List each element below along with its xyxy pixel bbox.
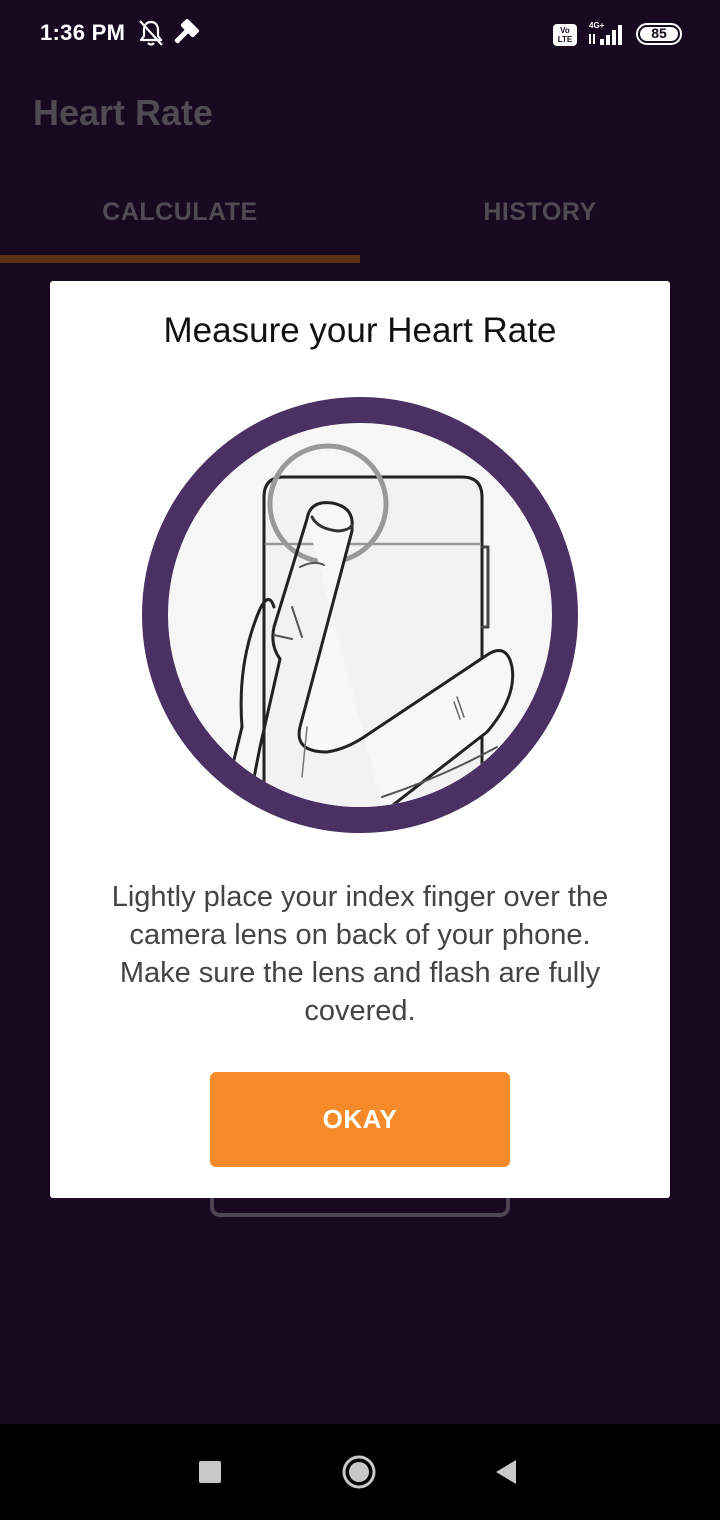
tab-indicator	[0, 255, 360, 263]
signal-icon: 4G+	[589, 21, 622, 45]
status-time: 1:36 PM	[40, 20, 126, 45]
app-title: Heart Rate	[33, 92, 214, 133]
status-bar: 1:36 PM Vo LTE 4G+ 85	[0, 0, 720, 70]
dialog-instructions: Lightly place your index finger over the…	[111, 881, 609, 1027]
hammer-icon	[174, 18, 200, 44]
tab-history[interactable]: HISTORY	[360, 198, 720, 227]
battery-level: 85	[640, 26, 678, 41]
app-screen: 1:36 PM Vo LTE 4G+ 85 Heart Rate CALCULA…	[0, 0, 720, 1520]
dialog-title: Measure your Heart Rate	[163, 311, 557, 350]
navigation-bar	[0, 1424, 720, 1520]
tab-calculate[interactable]: CALCULATE	[0, 198, 360, 227]
okay-button[interactable]: OKAY	[210, 1072, 510, 1167]
bell-off-icon	[139, 20, 163, 46]
volte-icon: Vo LTE	[553, 24, 577, 46]
recents-icon[interactable]	[199, 1461, 221, 1483]
finger-on-camera-illustration	[142, 397, 578, 833]
network-label: 4G+	[589, 21, 605, 30]
measure-dialog: Measure your Heart Rate Lightly place yo…	[50, 281, 670, 1198]
back-icon[interactable]	[494, 1458, 518, 1486]
home-icon[interactable]	[342, 1455, 376, 1489]
battery-icon: 85	[636, 23, 682, 45]
